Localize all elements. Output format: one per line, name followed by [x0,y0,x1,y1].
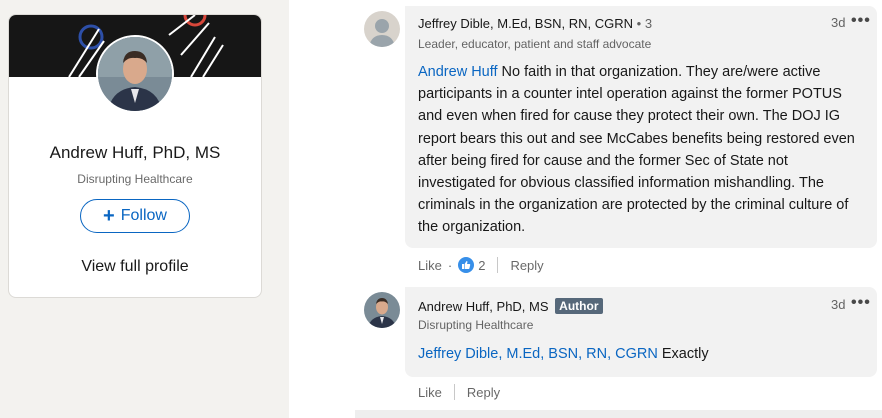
mention-link[interactable]: Andrew Huff [418,64,498,80]
commenter-avatar[interactable] [364,292,400,328]
comment-timestamp: 3d [831,297,846,312]
comment-author-name[interactable]: Jeffrey Dible, M.Ed, BSN, RN, CGRN [418,16,633,31]
like-reaction-icon[interactable] [458,257,475,273]
reply-button[interactable]: Reply [510,258,543,273]
comment-bubble: Andrew Huff, PhD, MS Author Disrupting H… [405,287,877,377]
more-options-icon[interactable]: ••• [851,12,871,30]
comment-timestamp: 3d [831,15,846,30]
plus-icon: + [103,205,115,227]
comment-author-name[interactable]: Andrew Huff, PhD, MS [418,299,549,314]
section-divider [355,410,882,418]
thumbs-up-icon [462,261,471,269]
comment-author-headline: Leader, educator, patient and staff advo… [418,37,652,51]
follow-button[interactable]: + Follow [80,199,190,233]
like-button[interactable]: Like [418,258,442,273]
reply-button[interactable]: Reply [467,385,500,400]
profile-headline: Disrupting Healthcare [77,172,193,186]
divider [453,384,455,400]
comment-body: No faith in that organization. They are/… [418,64,855,236]
reaction-count[interactable]: 2 [478,258,485,273]
comment-bubble: Jeffrey Dible, M.Ed, BSN, RN, CGRN • 3 L… [405,6,877,248]
mention-link[interactable]: Jeffrey Dible, M.Ed, BSN, RN, CGRN [418,346,658,362]
commenter-avatar[interactable] [364,11,400,47]
dot-separator: · [447,257,453,273]
default-person-icon [364,11,400,47]
profile-name[interactable]: Andrew Huff, PhD, MS [9,143,261,163]
profile-card: Andrew Huff, PhD, MS Disrupting Healthca… [8,14,262,298]
view-full-profile-link[interactable]: View full profile [9,258,261,276]
follow-label: Follow [120,207,167,224]
profile-avatar[interactable] [96,35,174,113]
profile-photo [98,37,172,111]
divider [497,257,499,273]
more-options-icon[interactable]: ••• [851,294,871,312]
comment-actions: Like Reply [418,384,500,400]
comment-text: Andrew Huff No faith in that organizatio… [418,61,863,239]
comment-text: Jeffrey Dible, M.Ed, BSN, RN, CGRN Exact… [418,343,863,365]
comment-body: Exactly [657,346,709,362]
comment-actions: Like · 2 Reply [418,257,544,273]
connection-degree: • 3 [636,16,653,31]
comment-author-headline: Disrupting Healthcare [418,318,534,332]
author-badge: Author [555,298,603,314]
like-button[interactable]: Like [418,385,442,400]
profile-photo [364,292,400,328]
